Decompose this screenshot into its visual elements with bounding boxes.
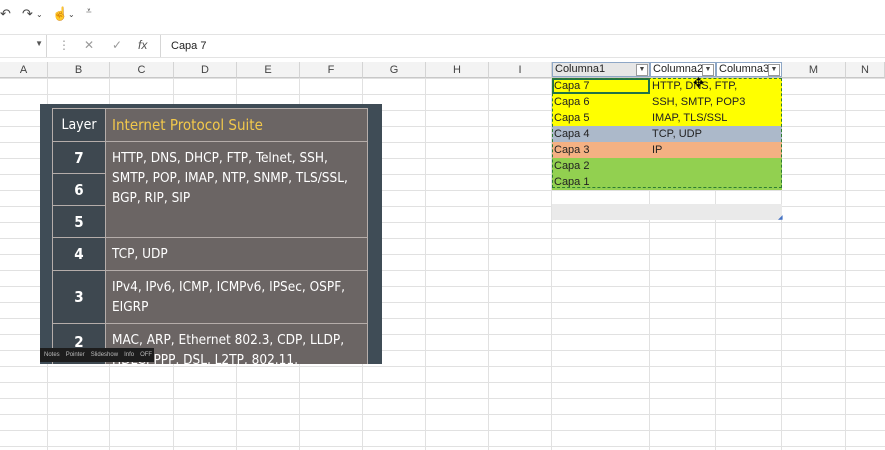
column-header-e[interactable]: E xyxy=(237,62,300,78)
layer-number: 7 xyxy=(52,141,106,174)
column-header-f[interactable]: F xyxy=(300,62,363,78)
layer-number: 4 xyxy=(52,237,106,271)
presentation-toolbar[interactable]: Notes Pointer Slideshow Info OFF xyxy=(40,348,154,362)
cell-columna1[interactable]: Capa 3 xyxy=(552,142,589,158)
table-row[interactable]: Capa 5 IMAP, TLS/SSL xyxy=(552,110,782,126)
cell-columna1[interactable]: Capa 5 xyxy=(552,110,589,126)
slideshow-icon[interactable]: Slideshow xyxy=(91,352,118,358)
protocol-list: IPv4, IPv6, ICMP, ICMPv6, IPSec, OSPF, E… xyxy=(105,270,368,324)
filter-dropdown-icon[interactable]: ▼ xyxy=(768,64,780,76)
pointer-icon[interactable]: Pointer xyxy=(66,352,85,358)
table-row[interactable]: Capa 4 TCP, UDP xyxy=(552,126,782,142)
redo-icon[interactable]: ↷ xyxy=(22,6,33,22)
layer-header: Layer xyxy=(52,108,106,142)
info-icon[interactable]: Info xyxy=(124,352,134,358)
column-header-a[interactable]: A xyxy=(0,62,48,78)
cursor-icon: ✥ xyxy=(693,75,704,90)
header-label: Columna3 xyxy=(719,63,770,75)
active-cell xyxy=(552,78,650,94)
customize-icon[interactable]: ⩡ xyxy=(86,6,92,17)
table-row[interactable]: Capa 1 xyxy=(552,174,782,190)
name-box[interactable]: ▼ xyxy=(0,35,47,57)
table-row[interactable]: Capa 3 IP xyxy=(552,142,782,158)
protocol-table: Layer Internet Protocol Suite 7 HTTP, DN… xyxy=(52,108,368,364)
quick-access-toolbar: ↶ ↷ ⌄ ☝ ⌄ ⩡ xyxy=(0,0,885,28)
table-header-columna2[interactable]: Columna2 ▼ xyxy=(650,62,716,77)
embedded-protocol-image[interactable]: Layer Internet Protocol Suite 7 HTTP, DN… xyxy=(40,104,382,364)
table-row[interactable]: Capa 7 HTTP, DNS, FTP, xyxy=(552,78,782,94)
formula-bar: ▼ ⋮ ✕ ✓ fx Capa 7 xyxy=(0,34,885,58)
resize-handle-icon[interactable]: ◢ xyxy=(778,214,783,221)
cell-columna1[interactable]: Capa 1 xyxy=(552,174,589,190)
cell-columna1[interactable]: Capa 2 xyxy=(552,158,589,174)
cell-columna2[interactable]: IP xyxy=(650,142,662,158)
column-header-c[interactable]: C xyxy=(110,62,174,78)
cell-columna1[interactable]: Capa 4 xyxy=(552,126,589,142)
table-row[interactable]: Capa 6 SSH, SMTP, POP3 xyxy=(552,94,782,110)
column-header-d[interactable]: D xyxy=(174,62,237,78)
protocol-list: HTTP, DNS, DHCP, FTP, Telnet, SSH, SMTP,… xyxy=(105,141,368,238)
table-resize-area xyxy=(552,204,782,220)
chevron-down-icon[interactable]: ⌄ xyxy=(36,10,43,19)
more-icon: ⋮ xyxy=(58,38,70,52)
undo-icon[interactable]: ↶ xyxy=(0,6,11,22)
insert-function-icon[interactable]: fx xyxy=(138,38,147,52)
layer-number: 6 xyxy=(52,173,106,206)
layer-number: 5 xyxy=(52,205,106,238)
enter-icon[interactable]: ✓ xyxy=(112,38,122,52)
column-header-i[interactable]: I xyxy=(489,62,552,78)
notes-icon[interactable]: Notes xyxy=(44,352,60,358)
suite-header: Internet Protocol Suite xyxy=(105,108,368,142)
chevron-down-icon[interactable]: ⌄ xyxy=(68,10,75,19)
chevron-down-icon[interactable]: ▼ xyxy=(35,39,43,48)
cell-columna2[interactable]: TCP, UDP xyxy=(650,126,702,142)
cell-columna2[interactable]: IMAP, TLS/SSL xyxy=(650,110,727,126)
cell-columna2[interactable]: SSH, SMTP, POP3 xyxy=(650,94,745,110)
off-toggle[interactable]: OFF xyxy=(140,352,152,358)
column-header-b[interactable]: B xyxy=(48,62,110,78)
column-header-g[interactable]: G xyxy=(363,62,426,78)
table-header-columna3[interactable]: Columna3 ▼ xyxy=(716,62,782,77)
header-label: Columna2 xyxy=(653,63,704,75)
touch-mode-icon[interactable]: ☝ xyxy=(52,6,68,22)
protocol-list: TCP, UDP xyxy=(105,237,368,271)
column-header-m[interactable]: M xyxy=(782,62,846,78)
cancel-icon[interactable]: ✕ xyxy=(84,38,94,52)
table-header-columna1[interactable]: Columna1 ▼ xyxy=(552,62,650,77)
column-header-n[interactable]: N xyxy=(846,62,885,78)
cell-columna1[interactable]: Capa 6 xyxy=(552,94,589,110)
table-row[interactable]: Capa 2 xyxy=(552,158,782,174)
formula-input[interactable]: Capa 7 xyxy=(160,35,206,57)
layer-number: 3 xyxy=(52,270,106,324)
header-label: Columna1 xyxy=(555,63,606,75)
column-header-h[interactable]: H xyxy=(426,62,489,78)
filter-dropdown-icon[interactable]: ▼ xyxy=(636,64,648,76)
